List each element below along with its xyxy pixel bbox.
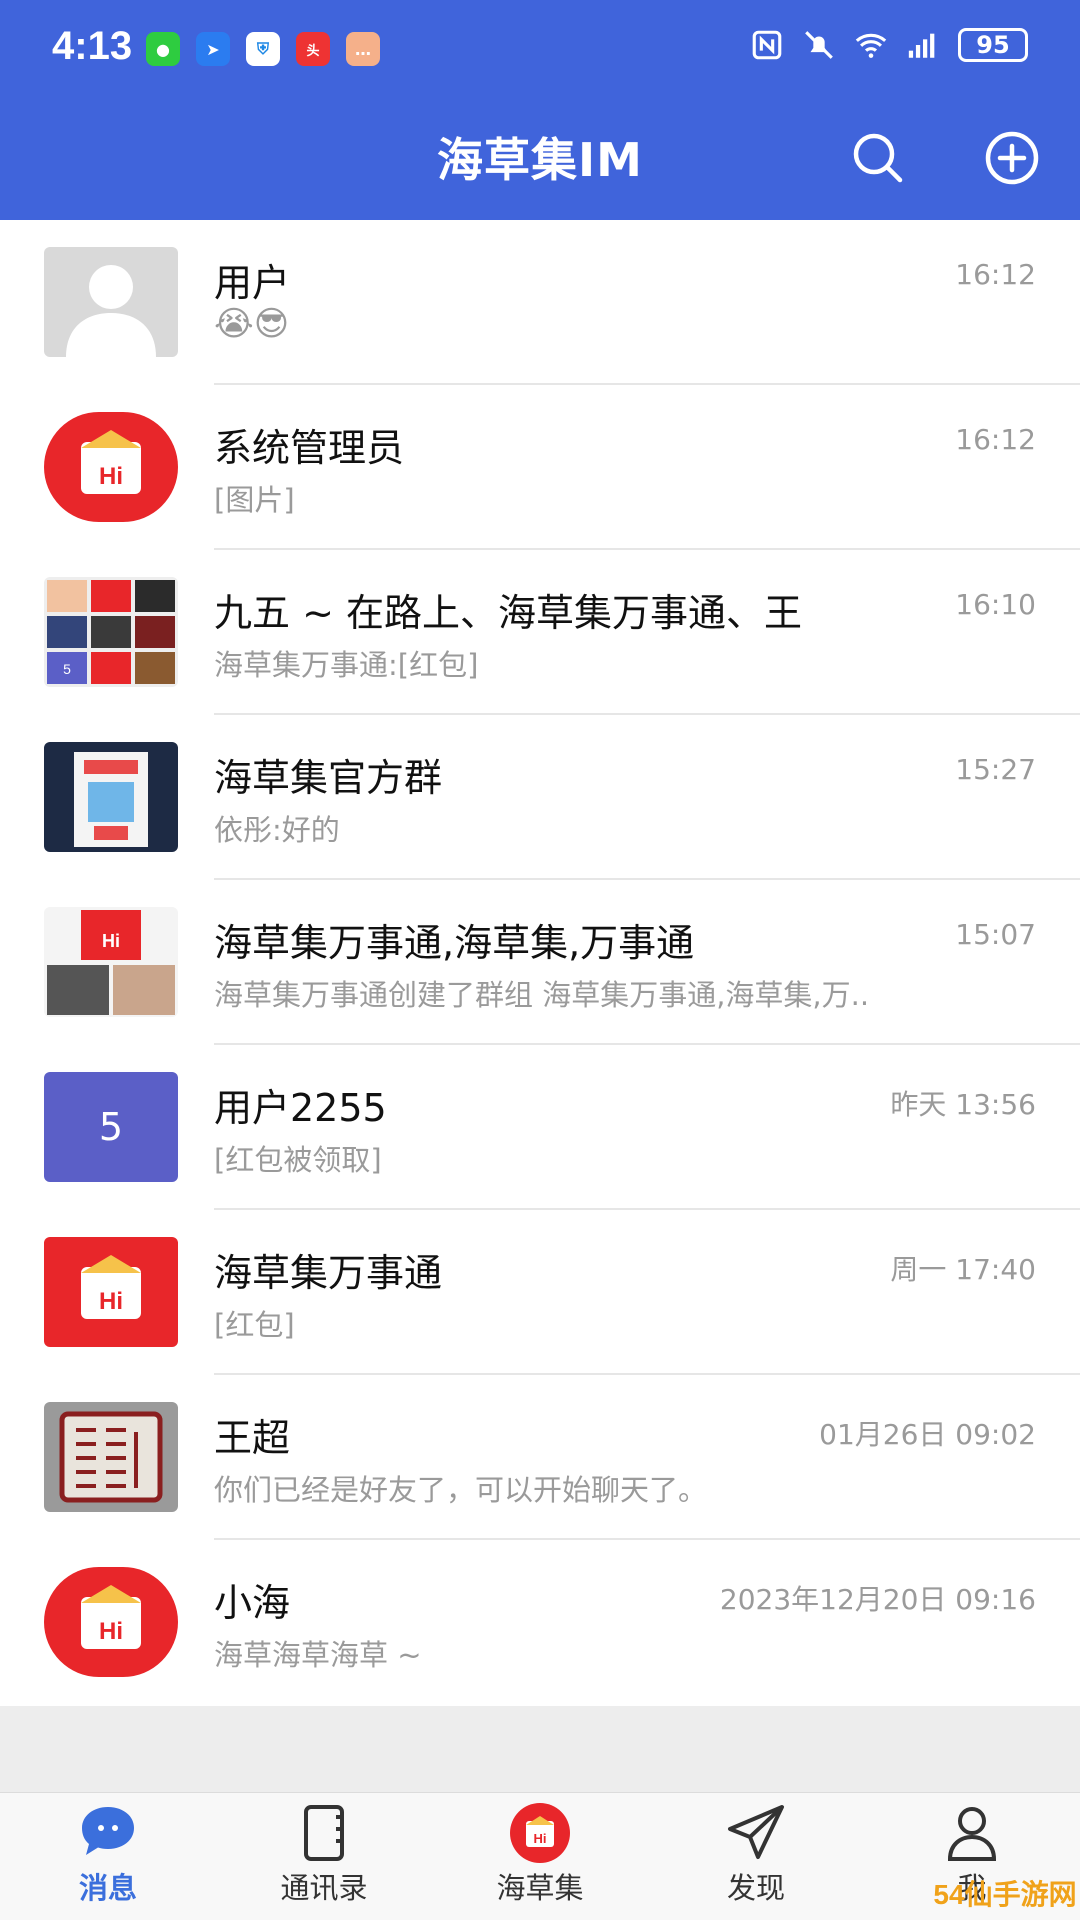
- hi-logo-avatar: Hi: [44, 1567, 178, 1677]
- conversation-row[interactable]: Hi 小海 海草海草海草 ~ 2023年12月20日 09:16: [0, 1540, 1080, 1705]
- seal-avatar: [44, 1402, 178, 1512]
- paper-plane-icon: [728, 1805, 784, 1859]
- group-photo-avatar: [44, 742, 178, 852]
- user-icon: [947, 1807, 997, 1861]
- conversation-name: 海草集官方群: [214, 756, 443, 800]
- conversation-preview: 你们已经是好友了，可以开始聊天了。: [214, 1473, 708, 1507]
- conversation-name: 用户: [214, 261, 291, 305]
- chat-bubble-icon: [82, 1807, 134, 1855]
- tab-label: 发现: [726, 1871, 785, 1905]
- battery-indicator: 95: [958, 28, 1028, 62]
- conversation-row[interactable]: 海草集官方群 依彤:好的 15:27: [0, 715, 1080, 880]
- wifi-icon: [855, 33, 887, 58]
- tab-label: 消息: [78, 1871, 137, 1905]
- conversation-time: 昨天 13:56: [890, 1088, 1036, 1121]
- group-avatar: Hi: [44, 907, 178, 1017]
- search-icon[interactable]: [848, 128, 908, 188]
- tab-messages[interactable]: 消息: [8, 1801, 208, 1920]
- conversation-time: 16:12: [955, 258, 1036, 291]
- conversation-row[interactable]: 5 用户2255 [红包被领取] 昨天 13:56: [0, 1045, 1080, 1210]
- tab-contacts[interactable]: 通讯录: [224, 1801, 424, 1920]
- shield-icon: ⛨: [246, 32, 280, 66]
- conversation-name: 用户2255: [214, 1086, 387, 1130]
- conversation-preview: 😭😎: [214, 304, 290, 344]
- tab-haicaoji[interactable]: Hi 海草集: [440, 1801, 640, 1920]
- app-root: 4:13 ● ➤ ⛨ 头 … 95 海草集IM 用户 😭😎 16:12 Hi 系…: [0, 0, 1080, 1920]
- add-circle-icon[interactable]: [982, 128, 1042, 188]
- conversation-time: 周一 17:40: [890, 1253, 1036, 1286]
- conversation-name: 海草集万事通,海草集,万事通: [214, 921, 695, 965]
- conversation-row[interactable]: 用户 😭😎 16:12: [0, 220, 1080, 385]
- conversation-row[interactable]: Hi 海草集万事通,海草集,万事通 海草集万事通创建了群组 海草集万事通,海草集…: [0, 880, 1080, 1045]
- status-bar: 4:13 ● ➤ ⛨ 头 … 95: [0, 0, 1080, 100]
- conversation-name: 王超: [214, 1416, 291, 1460]
- watermark-logo: 54仙手游网: [933, 1879, 1077, 1910]
- tab-discover[interactable]: 发现: [656, 1801, 856, 1920]
- contacts-icon: [304, 1805, 344, 1861]
- hi-logo-icon: Hi: [510, 1803, 570, 1863]
- letter-avatar: 5: [44, 1072, 178, 1182]
- svg-text:Hi: Hi: [99, 463, 123, 490]
- status-time: 4:13: [52, 24, 133, 68]
- letter-avatar-text: 5: [98, 1105, 124, 1149]
- tab-label: 通讯录: [280, 1871, 368, 1905]
- page-title: 海草集IM: [437, 133, 643, 187]
- conversation-preview: 海草集万事通:[红包]: [214, 648, 479, 682]
- conversation-time: 15:27: [955, 753, 1036, 786]
- conversation-name: 海草集万事通: [214, 1251, 443, 1295]
- conversation-preview: [图片]: [214, 483, 295, 517]
- conversation-preview: 依彤:好的: [214, 813, 340, 847]
- svg-text:5: 5: [63, 661, 71, 677]
- svg-text:Hi: Hi: [534, 1831, 547, 1846]
- conversation-row[interactable]: 王超 你们已经是好友了，可以开始聊天了。 01月26日 09:02: [0, 1375, 1080, 1540]
- nfc-icon: [752, 30, 782, 60]
- message-notification-icon: …: [346, 32, 380, 66]
- conversation-preview: 海草海草海草 ~: [214, 1638, 422, 1672]
- conversation-name: 九五 ~ 在路上、海草集万事通、王: [214, 591, 802, 635]
- conversation-row[interactable]: Hi 系统管理员 [图片] 16:12: [0, 385, 1080, 550]
- conversation-time: 2023年12月20日 09:16: [719, 1583, 1036, 1616]
- app-header: 4:13 ● ➤ ⛨ 头 … 95 海草集IM: [0, 0, 1080, 220]
- conversation-preview: [红包]: [214, 1308, 295, 1342]
- conversation-time: 16:12: [955, 423, 1036, 456]
- group-avatar: 5: [44, 577, 178, 687]
- bottom-tab-bar: 消息 通讯录 Hi 海草集 发现 我: [0, 1792, 1080, 1920]
- conversation-preview: [红包被领取]: [214, 1143, 382, 1177]
- conversation-time: 15:07: [955, 918, 1036, 951]
- hi-logo-avatar: Hi: [44, 1237, 178, 1347]
- svg-text:Hi: Hi: [99, 1288, 123, 1315]
- hi-logo-avatar: Hi: [44, 412, 178, 522]
- toutiao-icon: 头: [296, 32, 330, 66]
- notification-icons: ● ➤ ⛨ 头 …: [146, 32, 380, 66]
- conversation-row[interactable]: Hi 海草集万事通 [红包] 周一 17:40: [0, 1210, 1080, 1375]
- mute-bell-icon: [805, 31, 833, 59]
- default-avatar: [44, 247, 178, 357]
- conversation-preview: 海草集万事通创建了群组 海草集万事通,海草集,万..: [214, 978, 870, 1012]
- conversation-time: 16:10: [955, 588, 1036, 621]
- conversation-list: 用户 😭😎 16:12 Hi 系统管理员 [图片] 16:12 5 九五 ~ 在…: [0, 220, 1080, 1706]
- svg-text:Hi: Hi: [99, 1618, 123, 1645]
- system-icons: 95: [750, 28, 1028, 62]
- svg-text:Hi: Hi: [102, 931, 120, 951]
- wechat-icon: ●: [146, 32, 180, 66]
- conversation-time: 01月26日 09:02: [819, 1418, 1036, 1451]
- app-notification-icon: ➤: [196, 32, 230, 66]
- signal-icon: [908, 33, 935, 58]
- conversation-row[interactable]: 5 九五 ~ 在路上、海草集万事通、王 海草集万事通:[红包] 16:10: [0, 550, 1080, 715]
- tab-label: 海草集: [496, 1871, 584, 1905]
- conversation-name: 系统管理员: [214, 426, 405, 470]
